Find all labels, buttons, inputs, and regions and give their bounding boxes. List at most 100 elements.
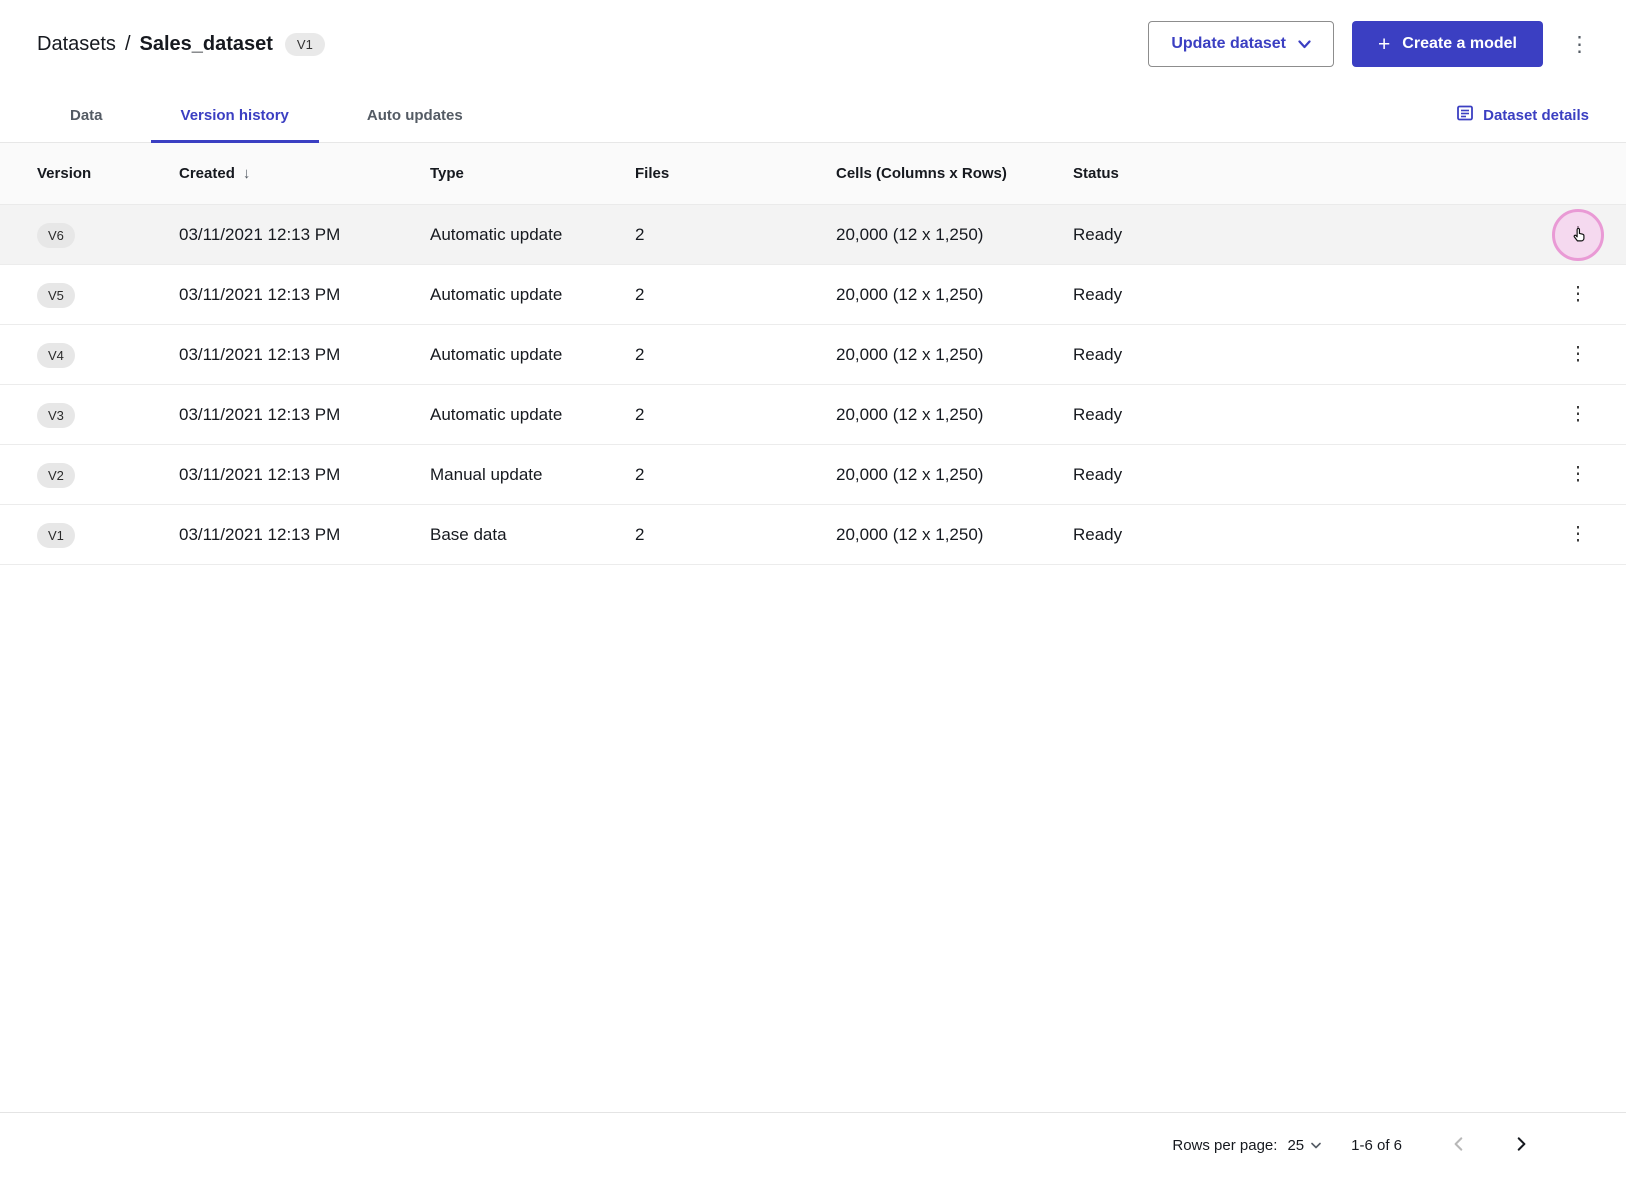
column-header-files: Files: [635, 165, 836, 182]
chevron-down-icon: [1311, 1140, 1321, 1152]
version-badge: V1: [37, 523, 75, 548]
row-actions-menu-icon[interactable]: ⋮: [1569, 345, 1588, 364]
version-cell: V3: [37, 405, 179, 425]
created-cell: 03/11/2021 12:13 PM: [179, 525, 430, 545]
created-cell: 03/11/2021 12:13 PM: [179, 405, 430, 425]
row-actions-menu-icon[interactable]: ⋮: [1569, 285, 1588, 304]
cursor-pointer-icon: [1570, 226, 1587, 243]
tab-bar: Data Version history Auto updates Datase…: [0, 88, 1626, 143]
type-cell: Manual update: [430, 465, 635, 485]
table-row[interactable]: V6 03/11/2021 12:13 PM Automatic update …: [0, 205, 1626, 265]
actions-cell: ⋮: [1530, 265, 1626, 324]
create-model-button[interactable]: + Create a model: [1352, 21, 1543, 67]
chevron-left-icon: [1450, 1135, 1468, 1156]
version-badge: V4: [37, 343, 75, 368]
version-cell: V4: [37, 345, 179, 365]
row-actions-menu-icon[interactable]: ⋮: [1569, 465, 1588, 484]
dataset-details-label: Dataset details: [1483, 107, 1589, 124]
created-cell: 03/11/2021 12:13 PM: [179, 345, 430, 365]
table-header: Version Created ↓ Type Files Cells (Colu…: [0, 143, 1626, 205]
status-cell: Ready: [1073, 465, 1530, 485]
files-cell: 2: [635, 285, 836, 305]
column-header-status: Status: [1073, 165, 1530, 182]
files-cell: 2: [635, 465, 836, 485]
pagination-range-label: 1-6 of 6: [1351, 1137, 1402, 1154]
files-cell: 2: [635, 525, 836, 545]
actions-cell: ⋮: [1530, 205, 1626, 264]
update-dataset-button[interactable]: Update dataset: [1148, 21, 1334, 67]
type-cell: Automatic update: [430, 225, 635, 245]
cells-cell: 20,000 (12 x 1,250): [836, 465, 1073, 485]
created-cell: 03/11/2021 12:13 PM: [179, 285, 430, 305]
sort-descending-icon[interactable]: ↓: [243, 165, 251, 182]
status-cell: Ready: [1073, 285, 1530, 305]
next-page-button[interactable]: [1512, 1135, 1530, 1156]
pagination-bar: Rows per page: 25 1-6 of 6: [0, 1112, 1626, 1202]
cells-cell: 20,000 (12 x 1,250): [836, 225, 1073, 245]
column-header-cells: Cells (Columns x Rows): [836, 165, 1073, 182]
actions-cell: ⋮: [1530, 445, 1626, 504]
breadcrumb-datasets-link[interactable]: Datasets: [37, 33, 116, 56]
tab-data[interactable]: Data: [40, 88, 133, 142]
status-cell: Ready: [1073, 225, 1530, 245]
cells-cell: 20,000 (12 x 1,250): [836, 405, 1073, 425]
version-badge: V6: [37, 223, 75, 248]
row-actions-menu-icon[interactable]: ⋮: [1569, 405, 1588, 424]
update-dataset-label: Update dataset: [1171, 35, 1286, 53]
pager-buttons: [1450, 1135, 1530, 1156]
version-cell: V5: [37, 285, 179, 305]
table-row[interactable]: V5 03/11/2021 12:13 PM Automatic update …: [0, 265, 1626, 325]
plus-icon: +: [1378, 34, 1390, 55]
header-actions: Update dataset + Create a model ⋮: [1148, 21, 1598, 67]
table-row[interactable]: V2 03/11/2021 12:13 PM Manual update 2 2…: [0, 445, 1626, 505]
files-cell: 2: [635, 225, 836, 245]
column-header-created[interactable]: Created ↓: [179, 165, 430, 182]
status-cell: Ready: [1073, 345, 1530, 365]
type-cell: Automatic update: [430, 285, 635, 305]
tab-version-history[interactable]: Version history: [151, 88, 319, 142]
cells-cell: 20,000 (12 x 1,250): [836, 525, 1073, 545]
type-cell: Automatic update: [430, 405, 635, 425]
table-row[interactable]: V3 03/11/2021 12:13 PM Automatic update …: [0, 385, 1626, 445]
table-row[interactable]: V4 03/11/2021 12:13 PM Automatic update …: [0, 325, 1626, 385]
column-header-version: Version: [37, 165, 179, 182]
actions-cell: ⋮: [1530, 325, 1626, 384]
dataset-details-link[interactable]: Dataset details: [1456, 88, 1589, 142]
type-cell: Base data: [430, 525, 635, 545]
row-actions-menu-icon[interactable]: ⋮: [1569, 525, 1588, 544]
cells-cell: 20,000 (12 x 1,250): [836, 285, 1073, 305]
files-cell: 2: [635, 345, 836, 365]
actions-cell: ⋮: [1530, 385, 1626, 444]
dataset-details-icon: [1456, 104, 1474, 126]
breadcrumb-separator: /: [125, 33, 131, 56]
created-cell: 03/11/2021 12:13 PM: [179, 225, 430, 245]
column-header-type: Type: [430, 165, 635, 182]
rows-per-page-value: 25: [1287, 1137, 1304, 1154]
chevron-right-icon: [1512, 1135, 1530, 1156]
version-badge: V3: [37, 403, 75, 428]
version-table-body: V6 03/11/2021 12:13 PM Automatic update …: [0, 205, 1626, 565]
page-header: Datasets / Sales_dataset V1 Update datas…: [0, 0, 1626, 88]
rows-per-page-label: Rows per page:: [1172, 1137, 1277, 1154]
chevron-down-icon: [1298, 38, 1311, 51]
version-cell: V6: [37, 225, 179, 245]
version-cell: V2: [37, 465, 179, 485]
status-cell: Ready: [1073, 525, 1530, 545]
rows-per-page-select[interactable]: 25: [1287, 1137, 1321, 1154]
rows-per-page: Rows per page: 25: [1172, 1137, 1321, 1154]
dataset-page: Datasets / Sales_dataset V1 Update datas…: [0, 0, 1626, 1202]
tab-auto-updates[interactable]: Auto updates: [337, 88, 493, 142]
status-cell: Ready: [1073, 405, 1530, 425]
cells-cell: 20,000 (12 x 1,250): [836, 345, 1073, 365]
table-row[interactable]: V1 03/11/2021 12:13 PM Base data 2 20,00…: [0, 505, 1626, 565]
version-cell: V1: [37, 525, 179, 545]
created-cell: 03/11/2021 12:13 PM: [179, 465, 430, 485]
files-cell: 2: [635, 405, 836, 425]
dataset-version-badge: V1: [285, 33, 325, 56]
page-more-actions-icon[interactable]: ⋮: [1561, 28, 1598, 61]
create-model-label: Create a model: [1402, 35, 1517, 53]
page-title: Sales_dataset: [140, 33, 273, 56]
actions-cell: ⋮: [1530, 505, 1626, 564]
previous-page-button[interactable]: [1450, 1135, 1468, 1156]
version-badge: V2: [37, 463, 75, 488]
